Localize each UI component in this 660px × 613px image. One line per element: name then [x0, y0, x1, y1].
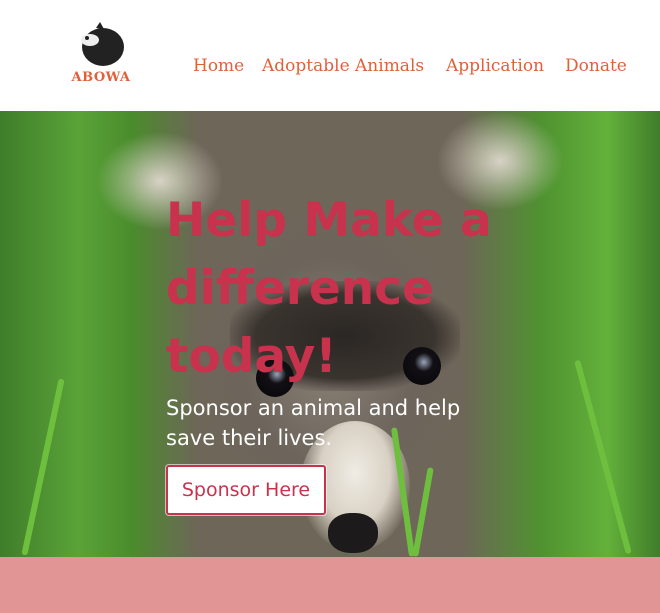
hero-content: Help Make a difference today! Sponsor an… — [166, 187, 506, 453]
sponsor-here-button[interactable]: Sponsor Here — [166, 465, 326, 515]
hero-title-line: Help Make a — [166, 193, 492, 248]
hero-title-line: today! — [166, 329, 337, 384]
hero-image-grass-blade — [574, 359, 632, 555]
hero-image-raccoon-nose — [328, 513, 378, 553]
hero-image-grass-blade — [21, 378, 65, 556]
hero-title-line: difference — [166, 261, 434, 316]
nav-adoptable-animals-link[interactable]: Adoptable Animals — [262, 56, 424, 76]
nav-application-link[interactable]: Application — [446, 56, 544, 76]
site-header: ABOWA Home Adoptable Animals Application… — [0, 0, 660, 111]
nav-home-link[interactable]: Home — [193, 56, 244, 76]
main-nav: Home Adoptable Animals Application Donat… — [0, 56, 660, 80]
hero-section: Help Make a difference today! Sponsor an… — [0, 111, 660, 557]
hero-title: Help Make a difference today! — [166, 187, 506, 391]
hero-subtitle: Sponsor an animal and help save their li… — [166, 396, 461, 450]
bottom-band — [0, 557, 660, 613]
hero-image-grass-blade — [412, 467, 434, 557]
nav-donate-link[interactable]: Donate — [565, 56, 627, 76]
